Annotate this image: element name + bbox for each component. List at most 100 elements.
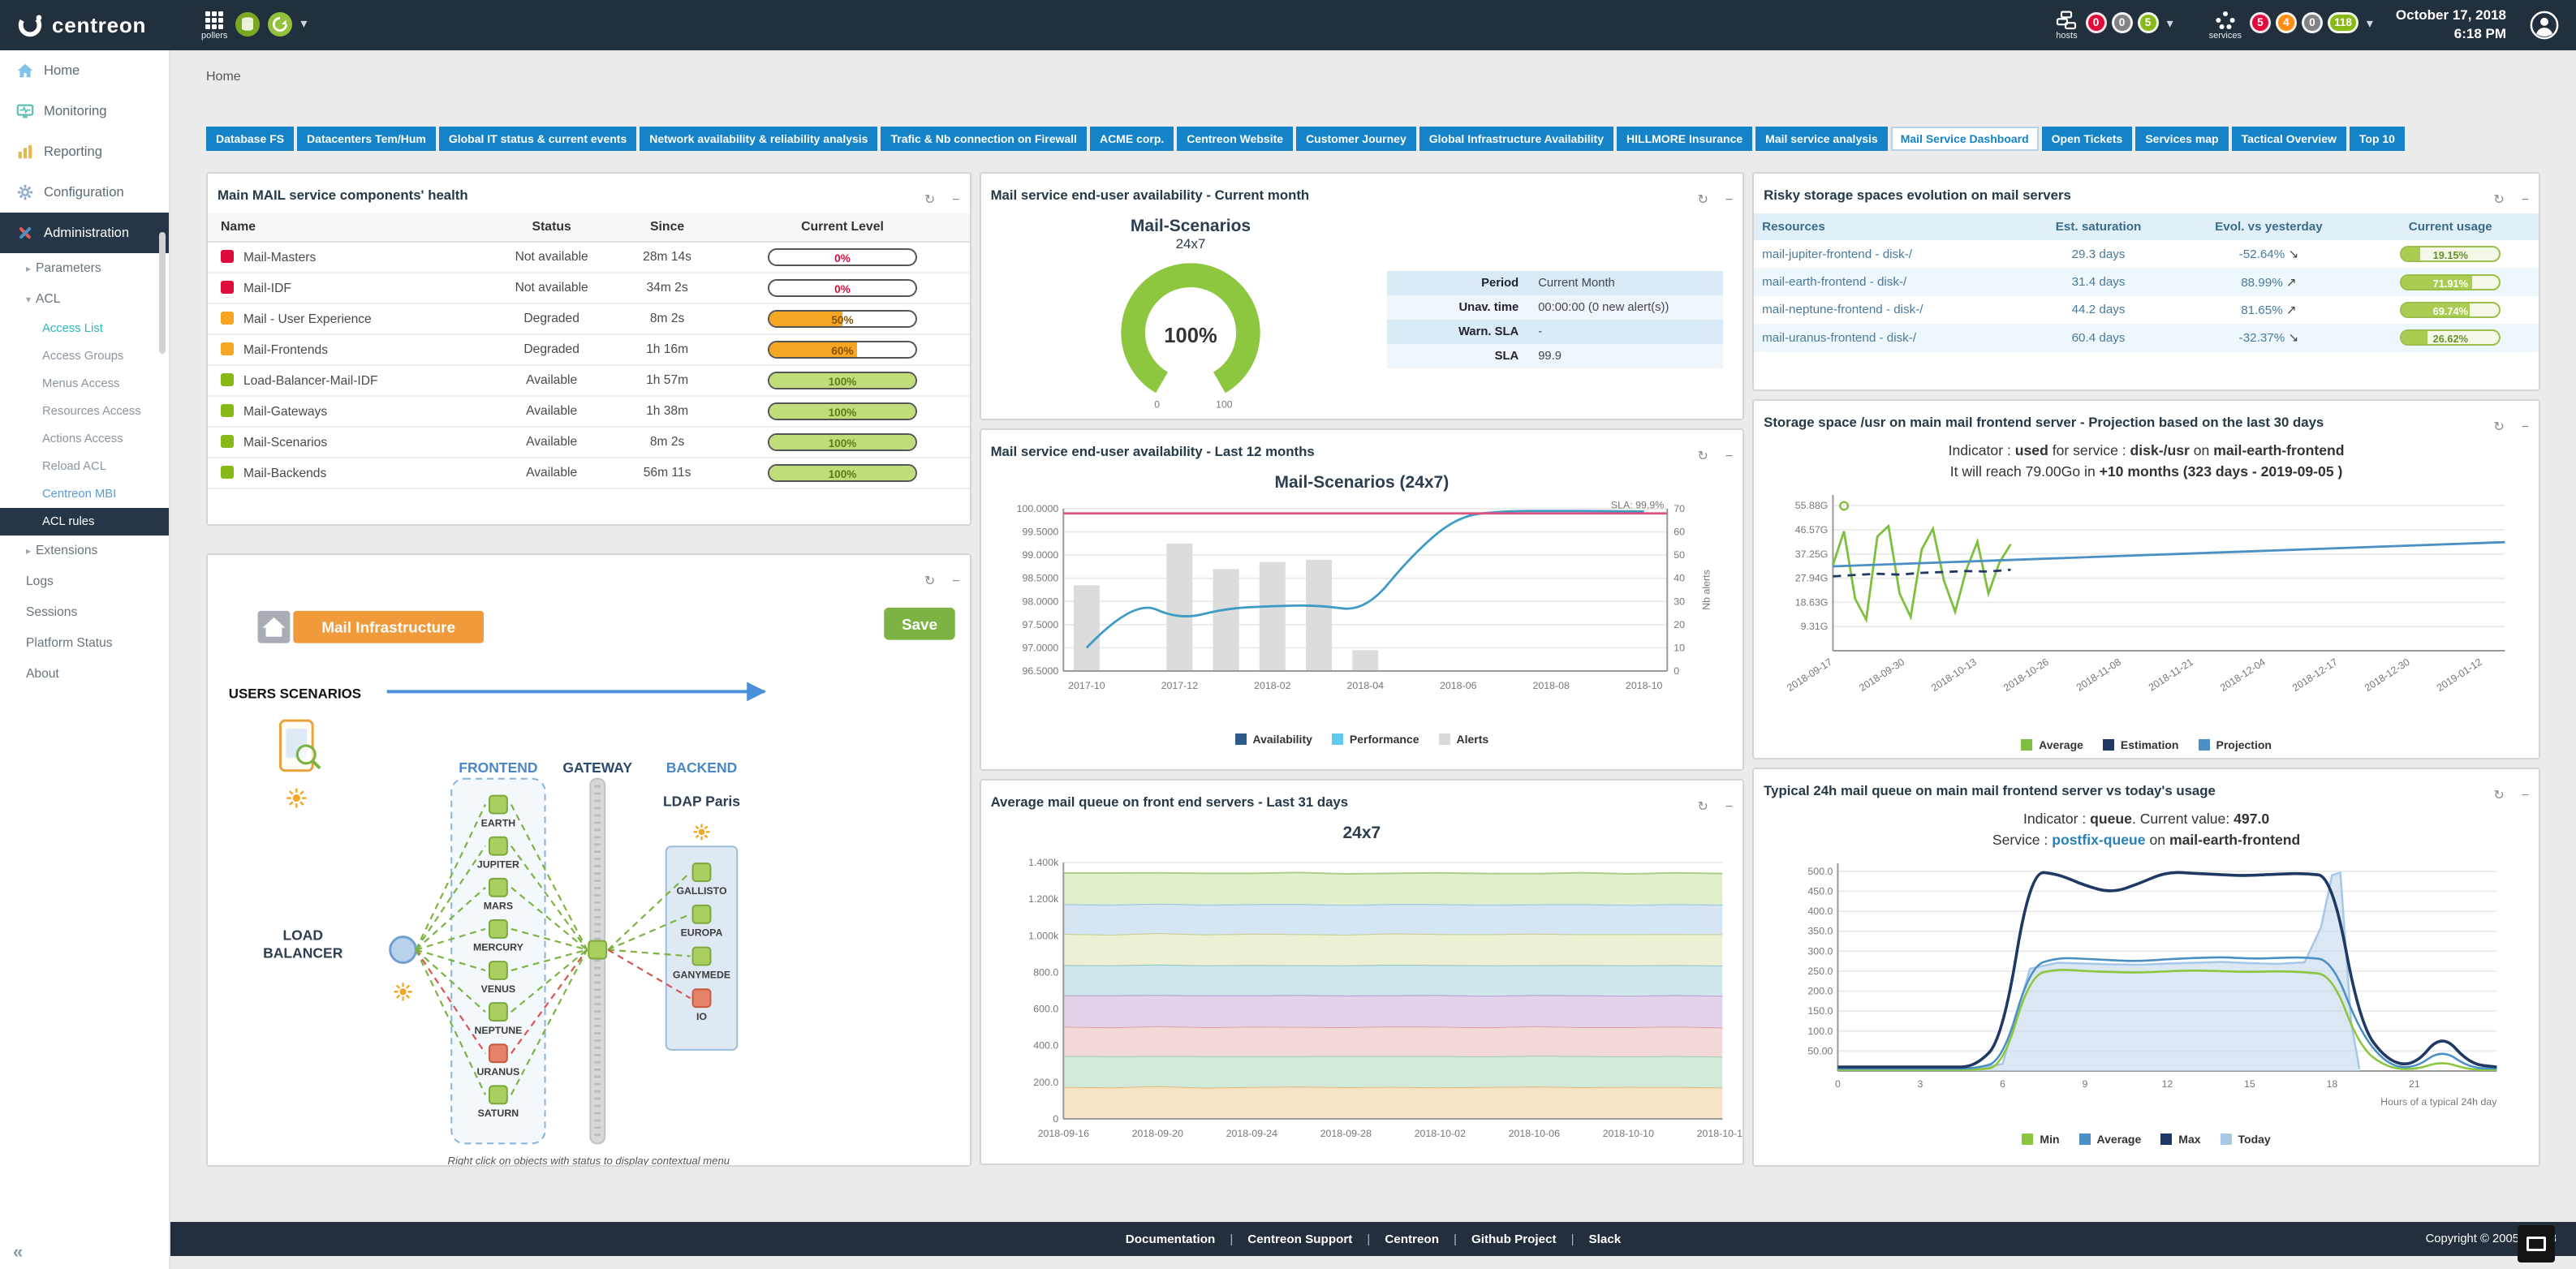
status-badge[interactable]: 5 — [2138, 12, 2159, 33]
collapse-icon[interactable]: − — [1725, 800, 1733, 814]
table-row[interactable]: Mail - User ExperienceDegraded8m 2s50% — [208, 303, 970, 334]
hosts-chevron-icon[interactable]: ▾ — [2167, 15, 2173, 32]
gateway-node[interactable] — [588, 941, 606, 959]
services-button[interactable]: services — [2209, 11, 2242, 41]
collapse-icon[interactable]: − — [952, 574, 959, 588]
load-balancer-node[interactable] — [390, 937, 416, 963]
sidebar-item-configuration[interactable]: Configuration — [0, 172, 169, 213]
sidebar-collapse-button[interactable]: « — [13, 1241, 23, 1263]
refresh-icon[interactable]: ↻ — [1698, 193, 1708, 207]
table-row[interactable]: Mail-FrontendsDegraded1h 16m60% — [208, 334, 970, 365]
sla-legend: AvailabilityPerformanceAlerts — [981, 729, 1743, 752]
infra-label-chip[interactable]: Mail Infrastructure — [258, 611, 484, 643]
footer-link-centreon[interactable]: Centreon — [1385, 1232, 1439, 1246]
sidebar-item-platform-status[interactable]: Platform Status — [0, 628, 169, 659]
tab-services-map[interactable]: Services map — [2135, 127, 2228, 151]
sidebar-item-access-groups[interactable]: Access Groups — [0, 342, 169, 370]
tab-hillmore-insurance[interactable]: HILLMORE Insurance — [1617, 127, 1752, 151]
services-status: services 540118 ▾ — [2209, 11, 2373, 41]
sidebar-item-administration[interactable]: Administration — [0, 213, 169, 253]
status-badge[interactable]: 0 — [2112, 12, 2133, 33]
refresh-icon[interactable]: ↻ — [924, 574, 935, 588]
refresh-icon[interactable]: ↻ — [1698, 450, 1708, 463]
sidebar-item-home[interactable]: Home — [0, 50, 169, 91]
refresh-icon[interactable]: ↻ — [2493, 789, 2504, 802]
sidebar-scrollbar[interactable] — [159, 232, 166, 354]
sidebar-item-parameters[interactable]: ▸Parameters — [0, 253, 169, 284]
legend-item-today: Today — [2221, 1133, 2271, 1146]
sidebar-item-monitoring[interactable]: Monitoring — [0, 91, 169, 131]
tab-tactical-overview[interactable]: Tactical Overview — [2232, 127, 2346, 151]
status-badge[interactable]: 0 — [2086, 12, 2107, 33]
sidebar-item-menus-access[interactable]: Menus Access — [0, 370, 169, 398]
table-row[interactable]: mail-jupiter-frontend - disk-/29.3 days-… — [1754, 240, 2539, 268]
clock-time: 6:18 PM — [2396, 25, 2506, 44]
save-button[interactable]: Save — [884, 608, 955, 640]
breadcrumb[interactable]: Home — [170, 50, 2576, 127]
sidebar-item-reporting[interactable]: Reporting — [0, 131, 169, 172]
tab-open-tickets[interactable]: Open Tickets — [2042, 127, 2133, 151]
sidebar-item-reload-acl[interactable]: Reload ACL — [0, 453, 169, 480]
table-row[interactable]: Mail-BackendsAvailable56m 11s100% — [208, 458, 970, 488]
hosts-button[interactable]: hosts — [2056, 11, 2077, 41]
tab-mail-service-analysis[interactable]: Mail service analysis — [1755, 127, 1888, 151]
tab-mail-service-dashboard[interactable]: Mail Service Dashboard — [1891, 127, 2039, 151]
centreon-logo[interactable]: centreon — [16, 11, 179, 39]
collapse-icon[interactable]: − — [1725, 450, 1733, 463]
status-badge[interactable]: 0 — [2302, 12, 2323, 33]
collapse-icon[interactable]: − — [1725, 193, 1733, 207]
status-badge[interactable]: 5 — [2250, 12, 2271, 33]
tab-global-it-status-current-events[interactable]: Global IT status & current events — [439, 127, 636, 151]
sidebar-item-acl-rules[interactable]: ACL rules — [0, 508, 169, 536]
footer-link-documentation[interactable]: Documentation — [1126, 1232, 1216, 1246]
status-badge[interactable]: 4 — [2276, 12, 2297, 33]
tab-acme-corp-[interactable]: ACME corp. — [1090, 127, 1174, 151]
user-icon[interactable] — [2529, 10, 2560, 41]
sidebar-item-about[interactable]: About — [0, 659, 169, 690]
collapse-icon[interactable]: − — [952, 193, 959, 207]
table-row[interactable]: Mail-ScenariosAvailable8m 2s100% — [208, 427, 970, 458]
tab-network-availability-reliability-analysis[interactable]: Network availability & reliability analy… — [640, 127, 877, 151]
table-row[interactable]: Mail-IDFNot available34m 2s0% — [208, 273, 970, 303]
table-row[interactable]: mail-uranus-frontend - disk-/60.4 days-3… — [1754, 324, 2539, 351]
reporting-icon — [16, 143, 34, 161]
tab-customer-journey[interactable]: Customer Journey — [1296, 127, 1416, 151]
poller-sync-icon[interactable] — [268, 12, 292, 37]
tab-database-fs[interactable]: Database FS — [206, 127, 294, 151]
table-row[interactable]: Load-Balancer-Mail-IDFAvailable1h 57m100… — [208, 365, 970, 396]
sidebar-item-logs[interactable]: Logs — [0, 566, 169, 597]
sidebar-item-sessions[interactable]: Sessions — [0, 597, 169, 628]
services-chevron-icon[interactable]: ▾ — [2367, 15, 2373, 32]
table-row[interactable]: mail-earth-frontend - disk-/31.4 days88.… — [1754, 268, 2539, 295]
refresh-icon[interactable]: ↻ — [1698, 800, 1708, 814]
panel-gauge: Mail service end-user availability - Cur… — [980, 172, 1745, 420]
refresh-icon[interactable]: ↻ — [924, 193, 935, 207]
tab-centreon-website[interactable]: Centreon Website — [1177, 127, 1293, 151]
status-badge[interactable]: 118 — [2328, 12, 2358, 33]
collapse-icon[interactable]: − — [2522, 193, 2529, 207]
sidebar-item-actions-access[interactable]: Actions Access — [0, 425, 169, 453]
table-row[interactable]: Mail-GatewaysAvailable1h 38m100% — [208, 396, 970, 427]
table-row[interactable]: Mail-MastersNot available28m 14s0% — [208, 242, 970, 273]
footer-link-github-project[interactable]: Github Project — [1471, 1232, 1557, 1246]
table-row[interactable]: mail-neptune-frontend - disk-/44.2 days8… — [1754, 296, 2539, 324]
corner-screen-icon[interactable] — [2518, 1225, 2555, 1263]
collapse-icon[interactable]: − — [2522, 420, 2529, 434]
footer-link-slack[interactable]: Slack — [1589, 1232, 1622, 1246]
sidebar-item-centreon-mbi[interactable]: Centreon MBI — [0, 480, 169, 508]
tab-datacenters-tem-hum[interactable]: Datacenters Tem/Hum — [297, 127, 436, 151]
tab-global-infrastructure-availability[interactable]: Global Infrastructure Availability — [1419, 127, 1613, 151]
sidebar-item-acl[interactable]: ▾ACL — [0, 284, 169, 315]
collapse-icon[interactable]: − — [2522, 789, 2529, 802]
pollers-chevron-icon[interactable]: ▾ — [300, 15, 307, 32]
sidebar-item-access-list[interactable]: Access List — [0, 315, 169, 342]
tab-trafic-nb-connection-on-firewall[interactable]: Trafic & Nb connection on Firewall — [881, 127, 1086, 151]
footer-link-centreon-support[interactable]: Centreon Support — [1247, 1232, 1352, 1246]
sidebar-item-resources-access[interactable]: Resources Access — [0, 398, 169, 425]
refresh-icon[interactable]: ↻ — [2493, 193, 2504, 207]
sidebar-item-extensions[interactable]: ▸Extensions — [0, 536, 169, 566]
refresh-icon[interactable]: ↻ — [2493, 420, 2504, 434]
tab-top-10[interactable]: Top 10 — [2350, 127, 2405, 151]
poller-database-icon[interactable] — [235, 12, 260, 37]
pollers-button[interactable]: pollers — [201, 11, 227, 41]
